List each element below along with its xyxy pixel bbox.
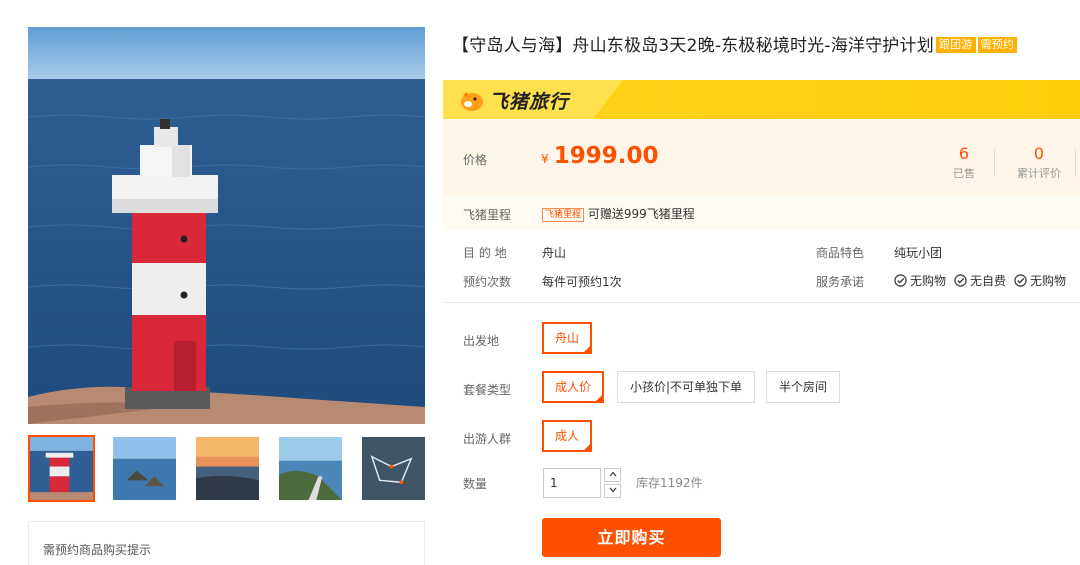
option-package-adult[interactable]: 成人价 — [542, 371, 605, 403]
miles-tag: 飞猪里程 — [542, 208, 585, 222]
pig-logo-icon — [461, 91, 483, 111]
thumbnail-strip — [28, 435, 425, 502]
package-label: 套餐类型 — [463, 383, 512, 397]
miles-label: 飞猪里程 — [463, 208, 512, 222]
stock-text: 库存1192件 — [636, 476, 703, 490]
sold-stat: 6 已售 — [929, 144, 999, 181]
destination-value: 舟山 — [542, 246, 567, 260]
booking-tip-title: 需预约商品购买提示 — [43, 543, 152, 557]
stat-divider — [1075, 149, 1076, 177]
quantity-decrement-button[interactable] — [604, 484, 621, 498]
fliggy-logo: 飞猪旅行 — [459, 87, 569, 114]
traveler-label: 出游人群 — [463, 432, 512, 446]
feature-value: 纯玩小团 — [894, 246, 943, 260]
product-title-text: 【守岛人与海】舟山东极岛3天2晚-东极秘境时光-海洋守护计划 — [452, 36, 934, 56]
destination-label: 目 的 地 — [463, 246, 507, 260]
buy-now-button[interactable]: 立即购买 — [542, 518, 721, 557]
promise-item[interactable]: 无购物 — [1014, 272, 1066, 289]
departure-label: 出发地 — [463, 334, 500, 348]
check-circle-icon — [894, 274, 907, 287]
review-count: 0 — [1033, 144, 1045, 163]
currency-symbol: ¥ — [541, 152, 549, 166]
booking-count-value: 每件可预约1次 — [542, 275, 622, 289]
check-circle-icon — [1014, 274, 1027, 287]
miles-row: 飞猪里程 飞猪里程 可赠送999飞猪里程 — [443, 196, 1080, 230]
option-package-child[interactable]: 小孩价|不可单独下单 — [617, 371, 756, 403]
thumbnail-3[interactable] — [194, 435, 261, 502]
promise-text: 无购物 — [1030, 274, 1067, 288]
option-traveler-adult[interactable]: 成人 — [542, 420, 593, 452]
thumbnail-1[interactable] — [28, 435, 95, 502]
option-package-half-room[interactable]: 半个房间 — [766, 371, 841, 403]
main-product-image[interactable] — [28, 27, 425, 424]
thumbnail-4[interactable] — [277, 435, 344, 502]
price-label: 价格 — [463, 153, 488, 167]
miles-text: 可赠送999飞猪里程 — [587, 207, 695, 221]
service-promises: 无购物 无自费 无购物 — [894, 272, 1074, 289]
promise-item[interactable]: 无购物 — [894, 272, 946, 289]
badge-reservation: 需预约 — [977, 37, 1018, 53]
check-circle-icon — [954, 274, 967, 287]
feature-label: 商品特色 — [816, 246, 865, 260]
review-stat[interactable]: 0 累计评价 — [1006, 144, 1072, 181]
price-amount: 1999.00 — [553, 143, 659, 169]
sold-count: 6 — [958, 144, 970, 163]
section-divider — [443, 302, 1080, 303]
product-title: 【守岛人与海】舟山东极岛3天2晚-东极秘境时光-海洋守护计划 跟团游 需预约 — [452, 31, 1018, 56]
promise-text: 无自费 — [970, 274, 1007, 288]
chevron-down-icon — [609, 487, 616, 493]
price-value: ¥ 1999.00 — [541, 143, 659, 169]
chevron-up-icon — [609, 471, 616, 477]
brand-bar: 飞猪旅行 — [443, 80, 1080, 119]
sold-label: 已售 — [953, 167, 975, 180]
thumbnail-2[interactable] — [111, 435, 178, 502]
service-label: 服务承诺 — [816, 275, 865, 289]
booking-count-label: 预约次数 — [463, 275, 512, 289]
thumbnail-5[interactable] — [360, 435, 427, 502]
review-label: 累计评价 — [1017, 167, 1061, 180]
quantity-input[interactable]: 1 — [543, 468, 601, 498]
stat-divider — [994, 149, 995, 177]
promise-item[interactable]: 无自费 — [954, 272, 1006, 289]
miles-info: 飞猪里程 可赠送999飞猪里程 — [542, 205, 695, 222]
price-panel: 价格 ¥ 1999.00 6 已售 0 累计评价 — [443, 119, 1080, 196]
quantity-increment-button[interactable] — [604, 468, 621, 482]
option-departure-zhoushan[interactable]: 舟山 — [542, 322, 593, 354]
brand-name: 飞猪旅行 — [489, 91, 570, 113]
promise-text: 无购物 — [910, 274, 947, 288]
badge-group-tour: 跟团游 — [935, 37, 976, 53]
booking-tip-box: 需预约商品购买提示 — [28, 521, 425, 565]
quantity-label: 数量 — [463, 477, 488, 491]
